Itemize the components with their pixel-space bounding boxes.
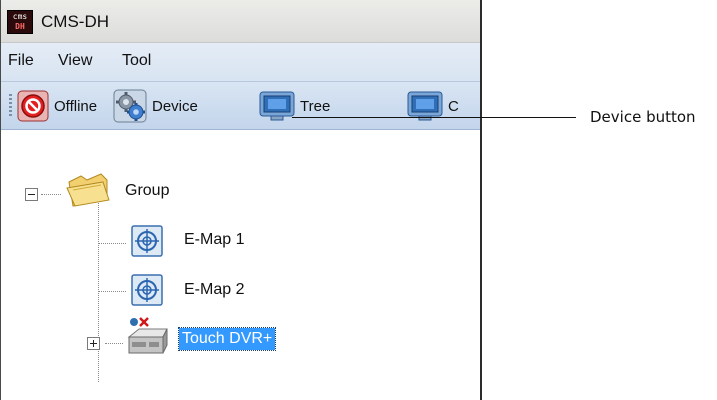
tree-node-group[interactable]: Group — [125, 182, 169, 200]
title-bar[interactable]: cms DH CMS-DH — [1, 0, 480, 43]
device-button[interactable]: Device — [113, 89, 198, 123]
folder-icon — [66, 173, 110, 207]
offline-icon — [17, 90, 49, 122]
window-title: CMS-DH — [41, 12, 109, 31]
toolbar-button-c-label: C — [448, 97, 459, 115]
tree-node-touch-dvr[interactable]: Touch DVR+ — [177, 327, 277, 351]
tree-line — [98, 291, 126, 292]
collapse-toggle-group[interactable] — [25, 188, 38, 201]
toolbar: Offline Device Tree C — [1, 82, 480, 130]
emap-icon — [131, 225, 163, 257]
menu-tool[interactable]: Tool — [122, 52, 151, 70]
menu-bar: File View Tool — [1, 43, 480, 82]
tree-button-label: Tree — [300, 97, 331, 115]
tree-line — [105, 343, 123, 344]
monitor-icon — [259, 91, 295, 121]
device-tree: Group E-Map 1 E-Map 2 Touch DVR+ — [1, 130, 480, 400]
app-logo-icon: cms DH — [7, 10, 33, 34]
offline-button[interactable]: Offline — [17, 89, 97, 123]
expand-toggle-dvr[interactable] — [87, 337, 100, 350]
callout-line — [292, 117, 576, 118]
emap-icon — [131, 274, 163, 306]
tree-node-emap-1[interactable]: E-Map 1 — [184, 231, 244, 249]
device-button-callout: Device button — [590, 108, 696, 126]
toolbar-grip[interactable] — [9, 94, 12, 118]
tree-node-emap-2[interactable]: E-Map 2 — [184, 281, 244, 299]
device-button-label: Device — [152, 97, 198, 115]
tree-line — [41, 194, 61, 195]
menu-file[interactable]: File — [8, 52, 34, 70]
app-window: cms DH CMS-DH File View Tool Offline Dev… — [0, 0, 482, 400]
offline-button-label: Offline — [54, 97, 98, 115]
tree-line — [98, 243, 126, 244]
menu-view[interactable]: View — [58, 52, 92, 70]
gear-icon — [113, 89, 147, 123]
dvr-icon — [127, 317, 168, 354]
